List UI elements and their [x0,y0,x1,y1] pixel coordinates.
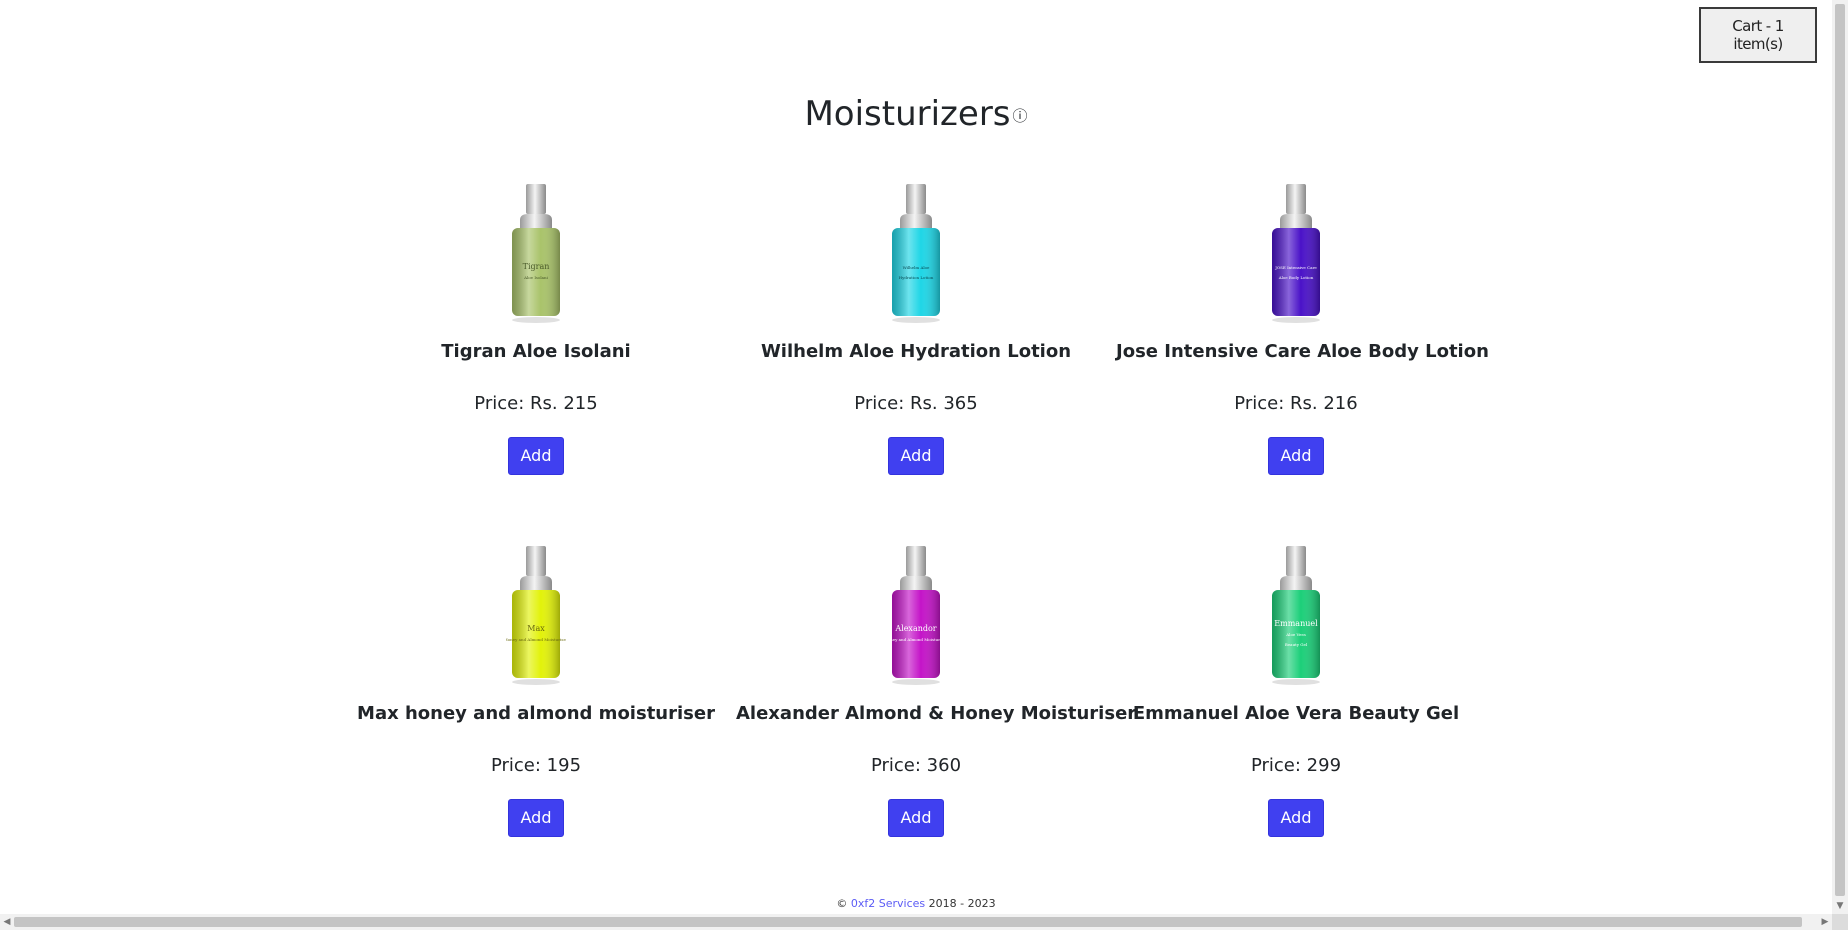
product-name: Alexander Almond & Honey Moisturiser [736,703,1137,724]
horizontal-scrollbar[interactable]: ◀ ▶ [0,914,1832,930]
add-button[interactable]: Add [508,799,564,837]
bottle-label-text: Aloe Vera [1285,632,1306,637]
bottle-label-text: JOSE Intensive Care [1274,265,1317,270]
cart-button[interactable]: Cart - 1 item(s) [1699,7,1817,63]
product-card: Alexandor Honey and Almond Moisturiser Al… [736,544,1137,837]
horizontal-scroll-thumb[interactable] [14,917,1802,927]
vertical-scrollbar[interactable]: ▼ [1832,0,1848,914]
copyright-symbol: © [836,897,848,910]
bottle-label-text: Aloe Body Lotion [1278,275,1314,280]
bottle-label-text: Alexandor [894,624,936,633]
product-card: Wilhelm Aloe Hydration Lotion Wilhelm Alo… [736,182,1096,475]
bottle-label-text: Honey and Almond Moisturiser [886,637,946,642]
product-bottle-image: Emmanuel Aloe Vera Beauty Gel [1272,546,1320,685]
footer: © 0xf2 Services 2018 - 2023 [0,897,1832,910]
product-name: Max honey and almond moisturiser [357,703,715,724]
product-card: JOSE Intensive Care Aloe Body Lotion Jose… [1116,182,1489,475]
company-link[interactable]: 0xf2 Services [851,897,925,910]
add-button[interactable]: Add [1268,799,1324,837]
bottle-label-text: Tigran [523,262,550,271]
product-bottle-image: Max Honey and Almond Moisturiser [506,546,566,685]
add-button[interactable]: Add [508,437,564,475]
product-price: Price: 360 [870,755,962,776]
product-bottle-image: Alexandor Honey and Almond Moisturiser [886,546,946,685]
product-name: Emmanuel Aloe Vera Beauty Gel [1132,703,1460,724]
product-price: Price: 299 [1250,755,1342,776]
product-price: Price: Rs. 365 [854,393,978,414]
bottle-label-text: Wilhelm Aloe [903,265,930,270]
bottle-label-text: Emmanuel [1274,619,1318,628]
bottle-label-text: Max [527,624,545,633]
product-bottle-image: JOSE Intensive Care Aloe Body Lotion [1272,184,1320,323]
add-button[interactable]: Add [888,799,944,837]
scrollbar-corner [1832,914,1848,930]
product-name: Jose Intensive Care Aloe Body Lotion [1116,341,1489,362]
scroll-left-arrow-icon[interactable]: ◀ [0,914,14,930]
bottle-label-text: Aloe Isolani [523,275,548,280]
product-name: Wilhelm Aloe Hydration Lotion [760,341,1072,362]
product-price: Price: 195 [490,755,582,776]
product-name: Tigran Aloe Isolani [441,341,631,362]
bottle-label-text: Beauty Gel [1285,642,1308,647]
product-price: Price: Rs. 216 [1234,393,1358,414]
product-card: Emmanuel Aloe Vera Beauty Gel Emmanuel Alo… [1116,544,1476,837]
bottle-label-text: Hydration Lotion [899,275,934,280]
page-title: Moisturizers ⓘ [0,91,1832,137]
product-price: Price: Rs. 215 [474,393,598,414]
info-circle-icon[interactable]: ⓘ [1013,107,1028,125]
add-button[interactable]: Add [888,437,944,475]
product-bottle-image: Tigran Aloe Isolani [512,184,560,323]
scroll-right-arrow-icon[interactable]: ▶ [1818,914,1832,930]
vertical-scroll-thumb[interactable] [1835,4,1845,896]
bottle-label-text: Honey and Almond Moisturiser [506,637,566,642]
product-bottle-image: Wilhelm Aloe Hydration Lotion [892,184,940,323]
product-card: Max Honey and Almond Moisturiser Max hone… [356,544,716,837]
product-card: Tigran Aloe Isolani Tigran Aloe Isolani P… [356,182,716,475]
copyright-years: 2018 - 2023 [928,897,996,910]
scroll-down-arrow-icon[interactable]: ▼ [1833,898,1847,914]
add-button[interactable]: Add [1268,437,1324,475]
page-title-text: Moisturizers [804,93,1011,134]
